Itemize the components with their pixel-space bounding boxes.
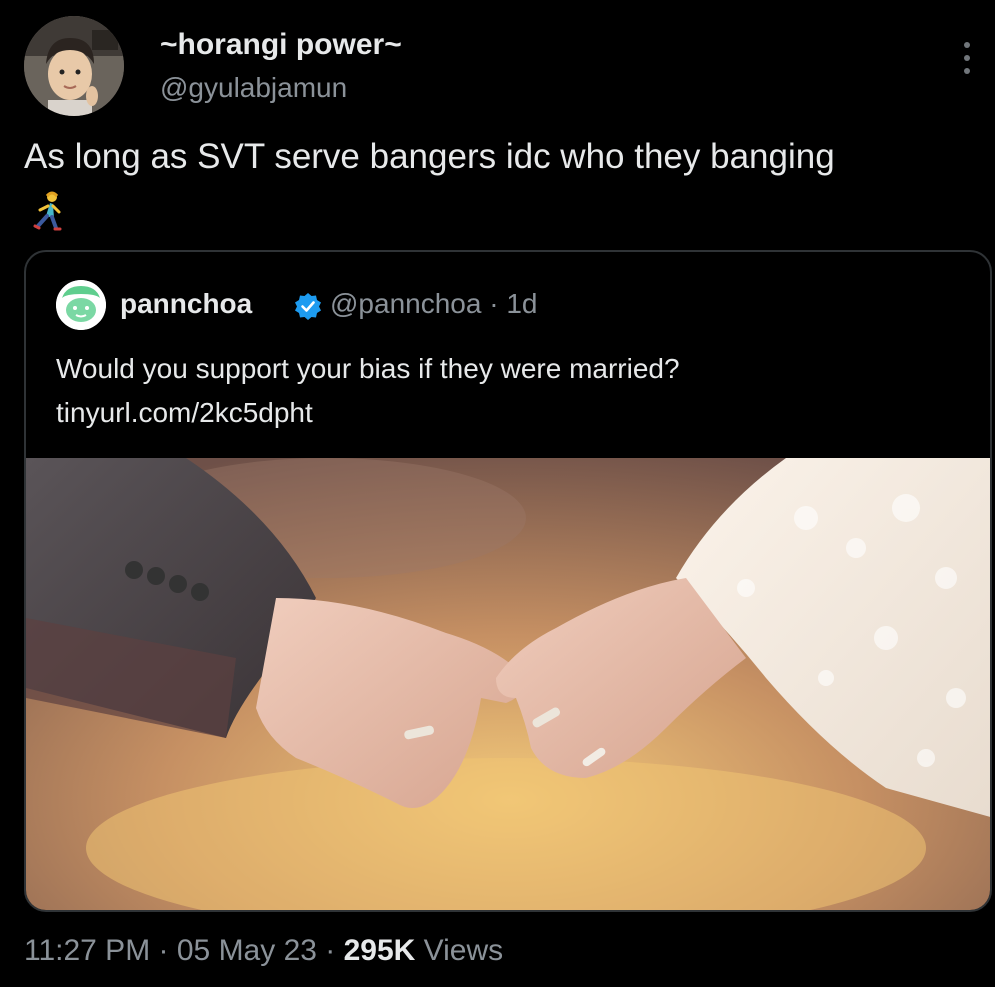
meta-separator: ·: [316, 934, 344, 967]
quoted-author-name[interactable]: pannchoa: [120, 288, 252, 320]
quoted-tweet-card[interactable]: pannchoa @pannchoa · 1d Would you suppor…: [24, 250, 992, 912]
tweet-meta: 11:27 PM · 05 May 23 · 295K Views: [24, 934, 503, 968]
verified-badge-icon: [295, 293, 321, 320]
woman-running-icon: [33, 191, 62, 231]
wedding-hands-photo[interactable]: [26, 458, 992, 912]
quoted-link[interactable]: tinyurl.com/2kc5dpht: [56, 392, 313, 434]
tweet-text: As long as SVT serve bangers idc who the…: [24, 137, 835, 176]
quoted-tweet-text: Would you support your bias if they were…: [56, 353, 680, 384]
tweet-time[interactable]: 11:27 PM: [24, 934, 150, 967]
more-dot-icon: [964, 68, 970, 74]
author-avatar[interactable]: [24, 16, 124, 116]
author-handle[interactable]: @gyulabjamun: [160, 72, 347, 104]
quoted-avatar[interactable]: [56, 280, 106, 330]
meta-separator: ·: [150, 934, 177, 967]
more-options-button[interactable]: [952, 38, 982, 78]
more-dot-icon: [964, 42, 970, 48]
views-count: 295K: [343, 934, 416, 967]
views-label: Views: [415, 934, 504, 967]
author-display-name[interactable]: ~horangi power~: [160, 28, 402, 62]
tweet-date[interactable]: 05 May 23: [177, 934, 317, 967]
more-dot-icon: [964, 55, 970, 61]
quoted-handle-time[interactable]: @pannchoa · 1d: [330, 288, 537, 320]
